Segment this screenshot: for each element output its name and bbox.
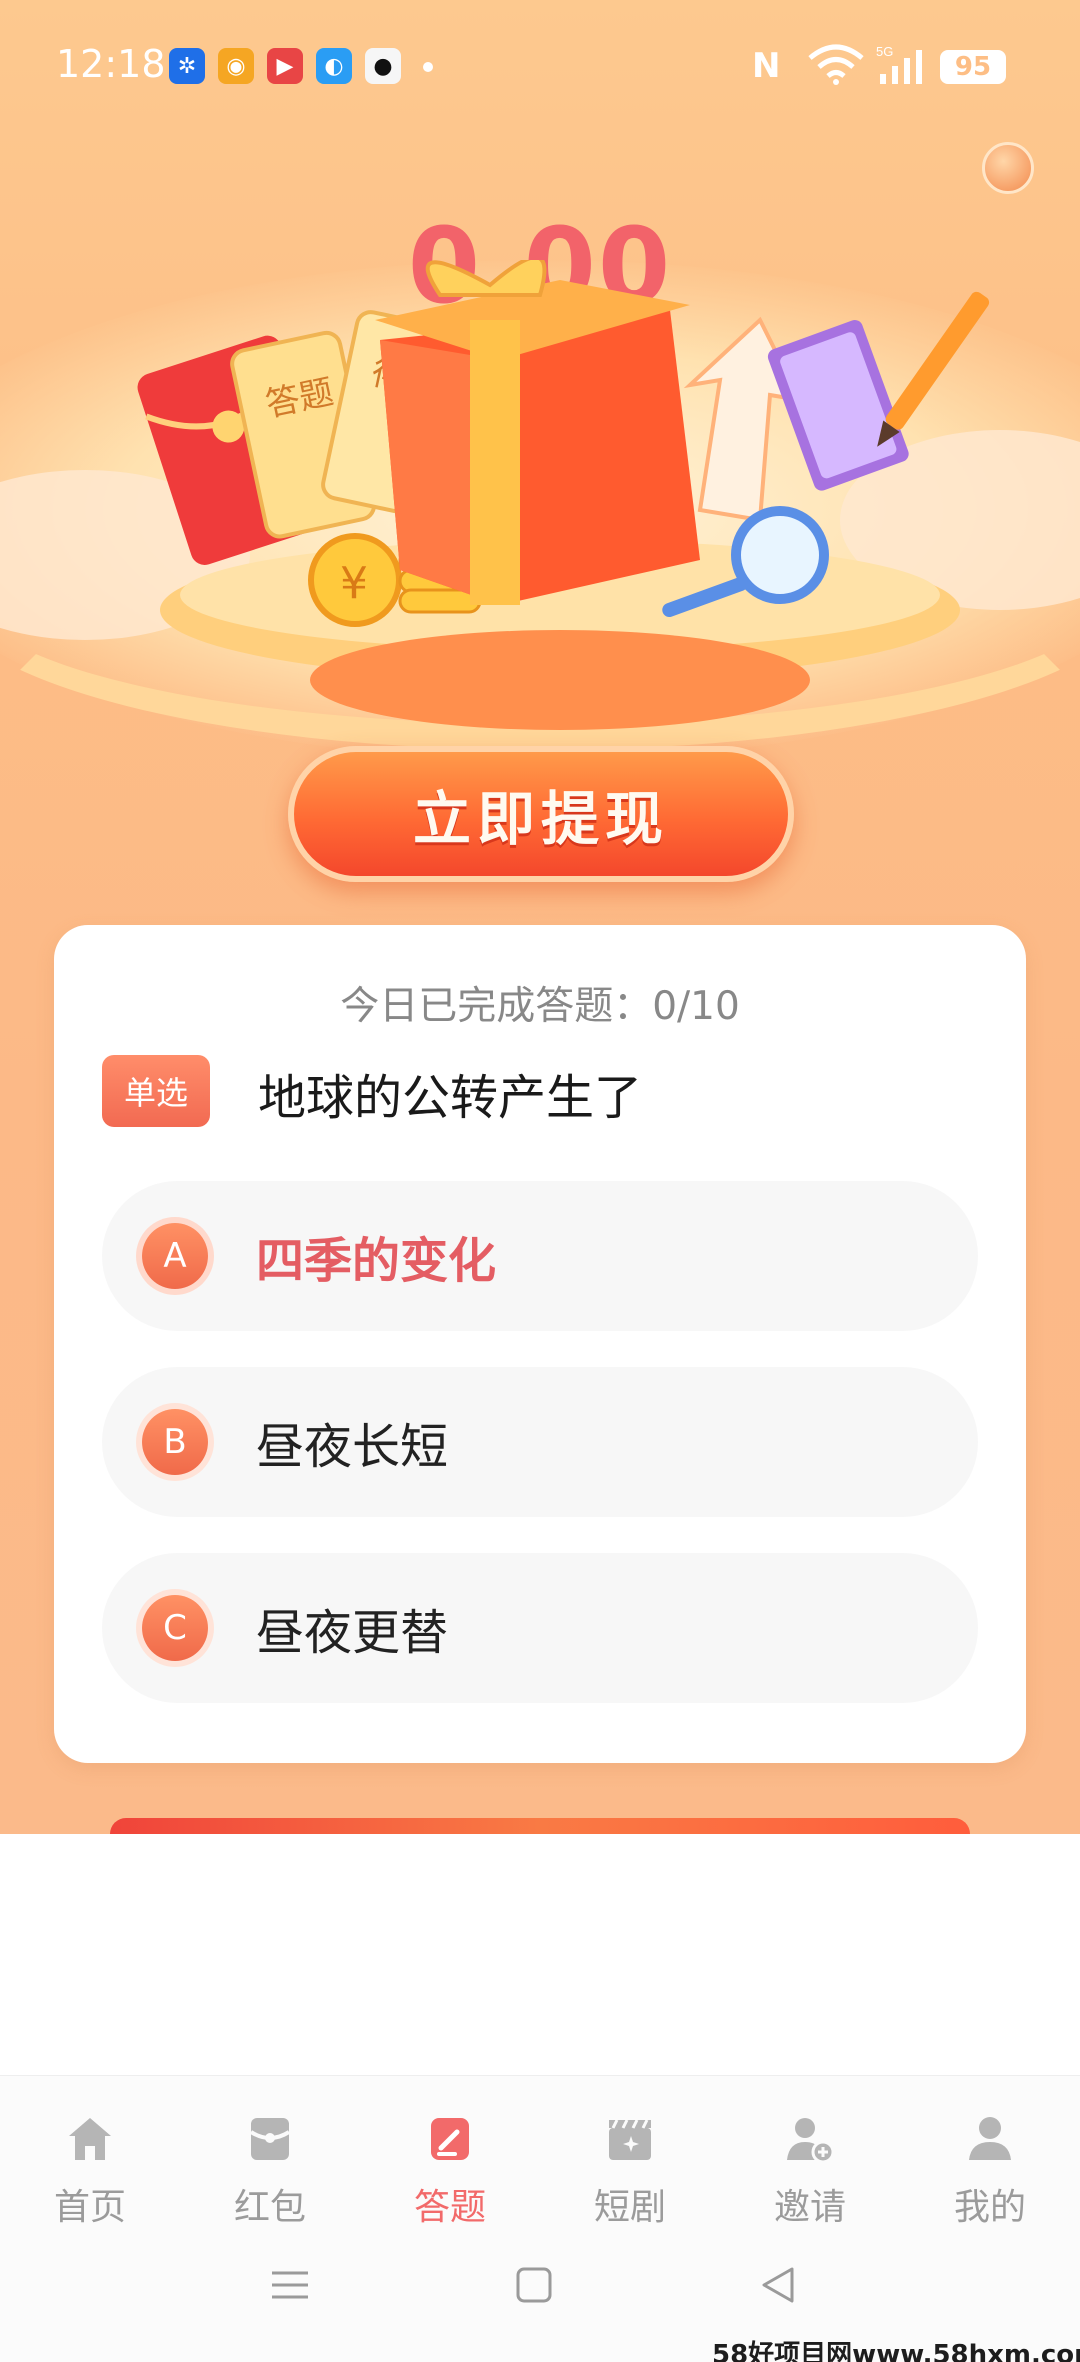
gift-illustration: 答题 得好 ¥ bbox=[137, 260, 990, 730]
quiz-progress: 今日已完成答题：0/10 bbox=[340, 984, 740, 1029]
menu-icon[interactable] bbox=[270, 2265, 310, 2305]
tab-short-drama[interactable]: 短剧 bbox=[540, 2096, 720, 2236]
money-bag-icon[interactable] bbox=[982, 142, 1034, 194]
back-icon[interactable] bbox=[758, 2265, 798, 2305]
video-icon: ▶ bbox=[267, 48, 303, 84]
battery-level: 95 bbox=[940, 50, 1006, 84]
clapperboard-icon bbox=[609, 2119, 651, 2160]
status-time: 12:18 bbox=[56, 42, 166, 86]
option-letter: B bbox=[142, 1409, 208, 1475]
tab-label: 邀请 bbox=[773, 2187, 846, 2228]
network-type-label: 5G bbox=[876, 44, 893, 59]
option-a[interactable]: A 四季的变化 bbox=[102, 1181, 978, 1331]
question-type-badge: 单选 bbox=[102, 1055, 210, 1127]
tab-label: 答题 bbox=[413, 2187, 486, 2228]
status-bar: 12:18 ✲ ◉ ▶ ◐ ● N 5G 95 bbox=[0, 0, 1080, 130]
nfc-icon: N bbox=[752, 46, 781, 86]
weibo-icon: ◉ bbox=[218, 48, 254, 84]
option-text: 昼夜长短 bbox=[256, 1419, 449, 1475]
withdraw-button[interactable]: 立即提现 bbox=[288, 746, 794, 882]
tab-label: 红包 bbox=[233, 2187, 306, 2228]
watermark: 58好项目网www.58hxm.com bbox=[712, 2340, 1080, 2362]
option-letter: A bbox=[142, 1223, 208, 1289]
invite-user-icon bbox=[787, 2118, 835, 2164]
option-letter: C bbox=[142, 1595, 208, 1661]
option-b[interactable]: B 昼夜长短 bbox=[102, 1367, 978, 1517]
tab-label: 首页 bbox=[53, 2187, 126, 2228]
tab-label: 短剧 bbox=[593, 2187, 666, 2228]
option-c[interactable]: C 昼夜更替 bbox=[102, 1553, 978, 1703]
pinwheel-icon: ✲ bbox=[169, 48, 205, 84]
quiz-card: 今日已完成答题：0/10 单选 地球的公转产生了 A 四季的变化 B 昼夜长短 … bbox=[54, 925, 1026, 1763]
red-packet-icon bbox=[249, 2118, 291, 2160]
tab-invite[interactable]: 邀请 bbox=[720, 2096, 900, 2236]
bottom-tab-bar: 首页 红包 答题 短剧 邀请 我的 bbox=[0, 2075, 1080, 2245]
next-banner-peek[interactable] bbox=[110, 1818, 970, 1834]
question-text: 地球的公转产生了 bbox=[258, 1070, 643, 1126]
svg-text:¥: ¥ bbox=[340, 558, 368, 609]
profile-icon bbox=[969, 2117, 1011, 2160]
tab-red-packet[interactable]: 红包 bbox=[180, 2096, 360, 2236]
option-text: 四季的变化 bbox=[256, 1233, 497, 1289]
wifi-icon bbox=[808, 44, 864, 85]
tab-quiz[interactable]: 答题 bbox=[360, 2096, 540, 2236]
quiz-icon bbox=[431, 2118, 469, 2160]
tab-profile[interactable]: 我的 bbox=[900, 2096, 1080, 2236]
tab-label: 我的 bbox=[953, 2187, 1026, 2228]
qq-icon: ● bbox=[365, 48, 401, 84]
home-square-icon[interactable] bbox=[514, 2265, 554, 2305]
signal-icon: 5G bbox=[876, 44, 922, 84]
more-notifications-icon bbox=[423, 62, 433, 72]
browser-icon: ◐ bbox=[316, 48, 352, 84]
home-icon bbox=[69, 2118, 111, 2160]
option-text: 昼夜更替 bbox=[256, 1605, 449, 1661]
reward-banner: 12:18 ✲ ◉ ▶ ◐ ● N 5G 95 0.0 bbox=[0, 0, 1080, 1834]
tab-home[interactable]: 首页 bbox=[0, 2096, 180, 2236]
